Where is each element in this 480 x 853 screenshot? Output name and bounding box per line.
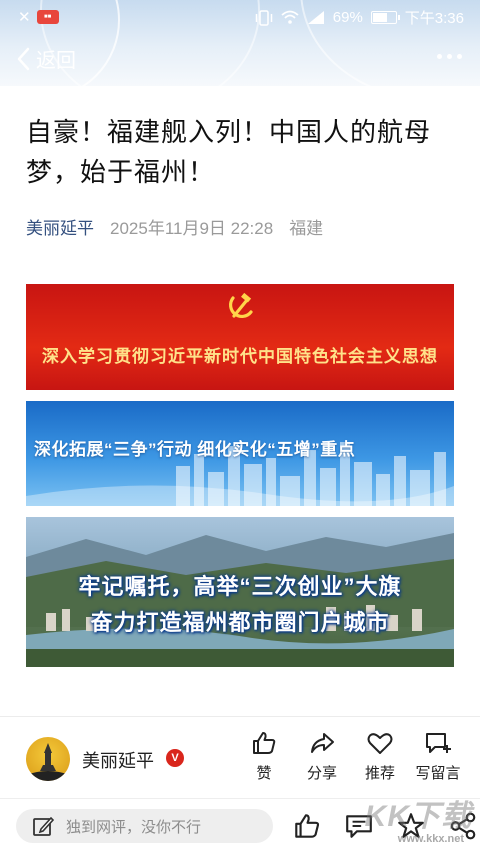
author-name[interactable]: 美丽延平 [82, 747, 154, 773]
star-icon [398, 813, 424, 838]
share-arrow-icon [311, 733, 334, 753]
bottom-action-icons [290, 809, 480, 843]
status-left-icons: ✕ ■■ [18, 8, 59, 26]
bottom-favorite-button[interactable] [394, 809, 428, 843]
more-dot-icon [457, 54, 462, 59]
banner-red-text: 深入学习贯彻习近平新时代中国特色社会主义思想 [42, 347, 438, 367]
pencil-edit-icon [33, 816, 54, 836]
article-title: 自豪！福建舰入列！中国人的航母梦，始于福州！ [26, 117, 432, 187]
recommend-label: 推荐 [364, 765, 395, 782]
write-comment-label: 写留言 [415, 765, 461, 782]
recommend-button[interactable]: 推荐 [360, 729, 400, 783]
signal-icon: ✕ [18, 9, 31, 26]
article-datetime: 2025年11月9日 22:28 [110, 219, 274, 238]
cellular-signal-icon [307, 11, 324, 24]
banner-photo-city[interactable]: 牢记嘱托，高举“三次创业”大旗 奋力打造福州都市圈门户城市 [26, 517, 454, 667]
banner-red-ideology[interactable]: 深入学习贯彻习近平新时代中国特色社会主义思想 [26, 284, 454, 390]
banner-blue-text: 深化拓展“三争”行动 细化实化“五增”重点 [34, 440, 356, 459]
banner-blue-action[interactable]: 深化拓展“三争”行动 细化实化“五增”重点 [26, 401, 454, 506]
comment-input[interactable]: 独到网评，没你不行 [16, 809, 273, 843]
bottom-share-button[interactable] [446, 809, 480, 843]
app-notification-icon: ■■ [36, 10, 59, 24]
more-dot-icon [447, 54, 452, 59]
bottom-comment-bar: 独到网评，没你不行 [0, 798, 480, 853]
chevron-left-icon [17, 47, 30, 70]
wifi-icon [281, 10, 299, 24]
pagoda-logo-icon [26, 743, 70, 781]
heart-icon [367, 733, 393, 754]
battery-icon [370, 11, 400, 24]
more-dot-icon [437, 54, 442, 59]
bottom-like-button[interactable] [290, 809, 324, 843]
like-button[interactable]: 赞 [244, 729, 284, 783]
article-location: 福建 [289, 219, 324, 238]
author-action-bar: 美丽延平 V 赞 分享 推荐 写留言 [0, 716, 480, 798]
more-options-button[interactable] [437, 54, 462, 59]
article-author-link[interactable]: 美丽延平 [26, 214, 94, 239]
clock: 下午3:36 [404, 10, 464, 27]
write-comment-button[interactable]: 写留言 [415, 729, 461, 783]
thumbs-up-icon [253, 732, 276, 754]
vibrate-icon [255, 9, 273, 26]
article-actions: 赞 分享 推荐 写留言 [244, 729, 461, 783]
share-label: 分享 [306, 765, 337, 782]
thumbs-up-icon [295, 814, 320, 838]
banner-photo-line1: 牢记嘱托，高举“三次创业”大旗 [78, 574, 402, 599]
top-header: ✕ ■■ 69% 下午3:36 返回 [0, 0, 480, 86]
like-label: 赞 [256, 765, 272, 782]
status-bar: ✕ ■■ 69% 下午3:36 [0, 0, 480, 34]
article-meta: 美丽延平 2025年11月9日 22:28 福建 [26, 214, 456, 239]
hammer-sickle-icon [229, 292, 253, 318]
back-label: 返回 [36, 50, 76, 72]
verified-badge: V [166, 749, 184, 767]
banner-photo-line2: 奋力打造福州都市圈门户城市 [90, 610, 390, 635]
status-right-icons: 69% 下午3:36 [255, 7, 464, 28]
bottom-comment-button[interactable] [342, 809, 376, 843]
article-header: 自豪！福建舰入列！中国人的航母梦，始于福州！ 美丽延平 2025年11月9日 2… [26, 112, 456, 239]
back-button[interactable]: 返回 [14, 44, 76, 73]
battery-level-fill [372, 13, 388, 22]
author-avatar[interactable] [26, 737, 70, 781]
banner-stack: 深入学习贯彻习近平新时代中国特色社会主义思想 深化拓展“三争”行动 细化实化“五… [26, 284, 454, 678]
comment-placeholder: 独到网评，没你不行 [66, 818, 202, 836]
comment-plus-icon [426, 733, 451, 753]
battery-percent: 69% [332, 9, 363, 26]
nav-bar: 返回 [0, 40, 480, 80]
comment-icon [346, 815, 372, 838]
share-icon [450, 812, 476, 840]
share-button[interactable]: 分享 [302, 729, 342, 783]
